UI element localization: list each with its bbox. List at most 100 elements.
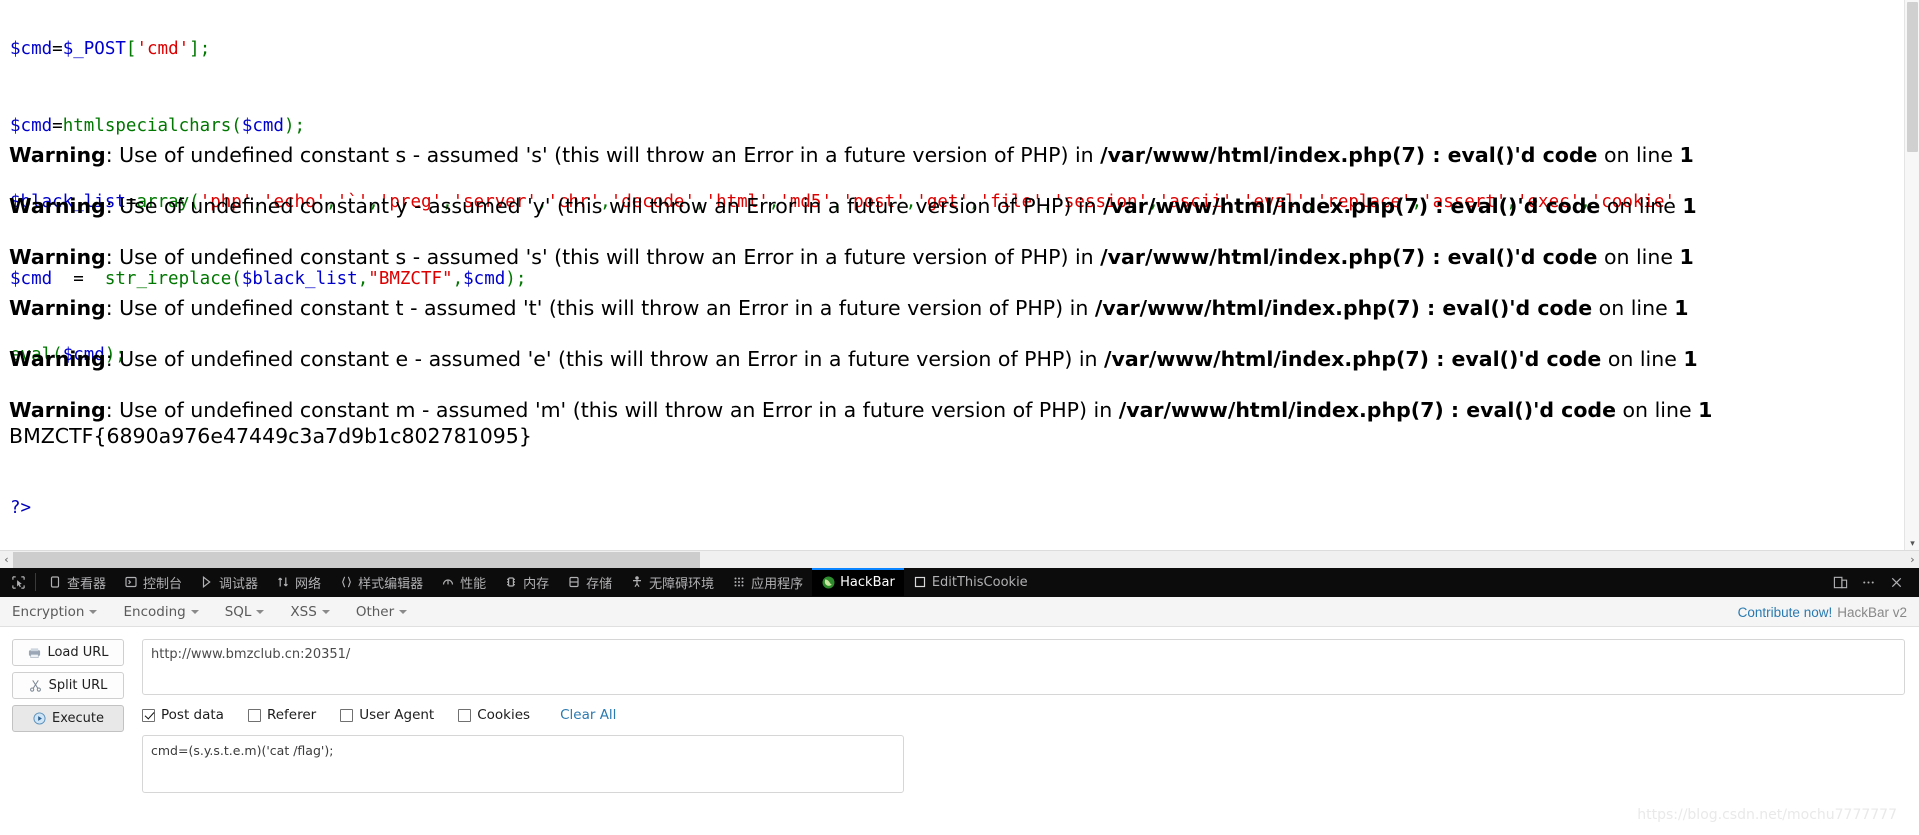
warning-line-number: 1	[1683, 347, 1698, 371]
devtools-tab-label: 查看器	[67, 576, 107, 592]
hackbar-menu-label: Other	[355, 603, 395, 620]
horizontal-scroll-thumb[interactable]	[13, 552, 700, 568]
button-label: Load URL	[47, 645, 109, 660]
split-url-icon	[29, 679, 43, 693]
php-warning: Warning: Use of undefined constant s - a…	[0, 245, 1919, 269]
contribute-link[interactable]: Contribute now!	[1738, 605, 1833, 620]
scroll-left-arrow-icon[interactable]: ‹	[0, 551, 13, 568]
warning-line-number: 1	[1682, 194, 1697, 218]
vertical-scroll-thumb[interactable]	[1907, 2, 1918, 152]
page-vertical-scrollbar[interactable]: ▴ ▾	[1904, 0, 1919, 550]
devtools-panel: 查看器 控制台 调试器 网络 样式编辑器 性能 内存 存储 无障碍环境 应用程序…	[0, 568, 1919, 835]
php-warning: Warning: Use of undefined constant y - a…	[0, 194, 1919, 218]
warning-line-number: 1	[1698, 398, 1713, 422]
execute-button[interactable]: Execute	[12, 705, 124, 732]
devtools-tab-label: 性能	[460, 576, 487, 592]
checkbox-box[interactable]	[142, 708, 155, 722]
network-icon	[276, 575, 290, 589]
debugger-icon	[200, 575, 214, 589]
code-line-1: $cmd=htmlspecialchars($cmd);	[10, 115, 306, 136]
scroll-down-arrow-icon[interactable]: ▾	[1905, 536, 1919, 550]
button-label: Execute	[52, 711, 104, 726]
clear-all-link[interactable]: Clear All	[560, 707, 616, 723]
warning-tail: on line	[1592, 296, 1675, 320]
cookies-checkbox[interactable]: Cookies	[458, 707, 530, 723]
devtools-tab-storage[interactable]: 存储	[558, 568, 621, 596]
console-icon	[124, 575, 138, 589]
warning-body: : Use of undefined constant t - assumed …	[105, 296, 1095, 320]
chevron-down-icon	[89, 609, 98, 614]
devtools-tab-label: 控制台	[143, 576, 183, 592]
warning-line-number: 1	[1679, 143, 1694, 167]
devtools-tab-label: 内存	[523, 576, 550, 592]
element-picker-icon[interactable]	[2, 568, 34, 596]
hackbar-menu-encoding[interactable]: Encoding	[123, 604, 212, 620]
chevron-down-icon	[256, 609, 265, 614]
hackbar-menu-sql[interactable]: SQL	[225, 604, 279, 620]
warning-tail: on line	[1597, 143, 1680, 167]
code-line-0: $cmd=$_POST['cmd'];	[10, 39, 211, 59]
warning-file: /var/www/html/index.php(7) : eval()'d co…	[1103, 194, 1601, 218]
hackbar-menu-other[interactable]: Other	[356, 604, 421, 620]
scroll-right-arrow-icon[interactable]: ›	[1906, 551, 1919, 568]
devtools-tab-console[interactable]: 控制台	[115, 568, 191, 596]
post-data-input[interactable]	[142, 735, 904, 793]
checkbox-box[interactable]	[340, 708, 354, 722]
accessibility-icon	[630, 575, 644, 589]
user-agent-checkbox[interactable]: User Agent	[340, 707, 434, 723]
devtools-tab-label: 无障碍环境	[649, 576, 715, 592]
page-horizontal-scrollbar[interactable]: ‹ ›	[0, 550, 1919, 568]
devtools-tab-label: 调试器	[219, 576, 259, 592]
chevron-down-icon	[190, 609, 199, 614]
devtools-tab-style-editor[interactable]: 样式编辑器	[330, 568, 432, 596]
php-warning: Warning: Use of undefined constant t - a…	[0, 296, 1919, 320]
devtools-tab-label: EditThisCookie	[931, 574, 1028, 590]
devtools-tab-debugger[interactable]: 调试器	[191, 568, 267, 596]
url-input[interactable]	[142, 639, 1905, 695]
warning-line-number: 1	[1679, 245, 1694, 269]
devtools-tab-hackbar[interactable]: HackBar	[812, 568, 904, 596]
post-data-checkbox[interactable]: Post data	[142, 707, 224, 723]
hackbar-options-row: Post data Referer User Agent Cookies Cle…	[142, 706, 1905, 724]
referer-checkbox[interactable]: Referer	[247, 707, 316, 723]
load-url-button[interactable]: Load URL	[12, 639, 124, 666]
warning-tail: on line	[1601, 347, 1684, 371]
warning-body: : Use of undefined constant y - assumed …	[105, 194, 1104, 218]
warning-body: : Use of undefined constant e - assumed …	[105, 347, 1105, 371]
code-line-6: ?>	[10, 498, 32, 518]
hackbar-menu-xss[interactable]: XSS	[290, 604, 343, 620]
warning-label: Warning	[9, 245, 106, 269]
devtools-tab-memory[interactable]: 内存	[495, 568, 558, 596]
close-devtools-icon[interactable]	[1883, 569, 1909, 595]
execute-icon	[32, 712, 46, 726]
devtools-tab-performance[interactable]: 性能	[432, 568, 495, 596]
warning-label: Warning	[9, 143, 106, 167]
application-icon	[732, 575, 746, 589]
devtools-tab-inspector[interactable]: 查看器	[39, 568, 115, 596]
hackbar-menu-label: Encryption	[12, 603, 85, 620]
devtools-menu-icon[interactable]	[1855, 569, 1881, 595]
devtools-tab-label: 存储	[586, 576, 613, 592]
warning-body: : Use of undefined constant s - assumed …	[105, 143, 1101, 167]
checkbox-label: User Agent	[359, 707, 435, 723]
storage-icon	[567, 575, 581, 589]
devtools-tab-network[interactable]: 网络	[267, 568, 330, 596]
warning-label: Warning	[9, 347, 106, 371]
warning-label: Warning	[9, 296, 106, 320]
warning-file: /var/www/html/index.php(7) : eval()'d co…	[1100, 143, 1598, 167]
hackbar-menu-encryption[interactable]: Encryption	[12, 604, 111, 620]
browser-page-content: $cmd=$_POST['cmd']; $cmd=htmlspecialchar…	[0, 0, 1919, 568]
split-url-button[interactable]: Split URL	[12, 672, 124, 699]
devtools-tab-accessibility[interactable]: 无障碍环境	[621, 568, 723, 596]
devtools-tab-editthiscookie[interactable]: EditThisCookie	[904, 568, 1037, 596]
devtools-tab-label: 样式编辑器	[358, 576, 424, 592]
hackbar-menubar: Encryption Encoding SQL XSS Other Contri…	[0, 597, 1919, 627]
devtools-tab-application[interactable]: 应用程序	[723, 568, 812, 596]
responsive-design-mode-icon[interactable]	[1827, 569, 1853, 595]
warning-label: Warning	[9, 194, 106, 218]
hackbar-menu-label: XSS	[290, 603, 317, 620]
checkbox-label: Cookies	[477, 707, 531, 723]
warning-file: /var/www/html/index.php(7) : eval()'d co…	[1118, 398, 1616, 422]
checkbox-box[interactable]	[458, 708, 472, 722]
checkbox-box[interactable]	[247, 708, 261, 722]
